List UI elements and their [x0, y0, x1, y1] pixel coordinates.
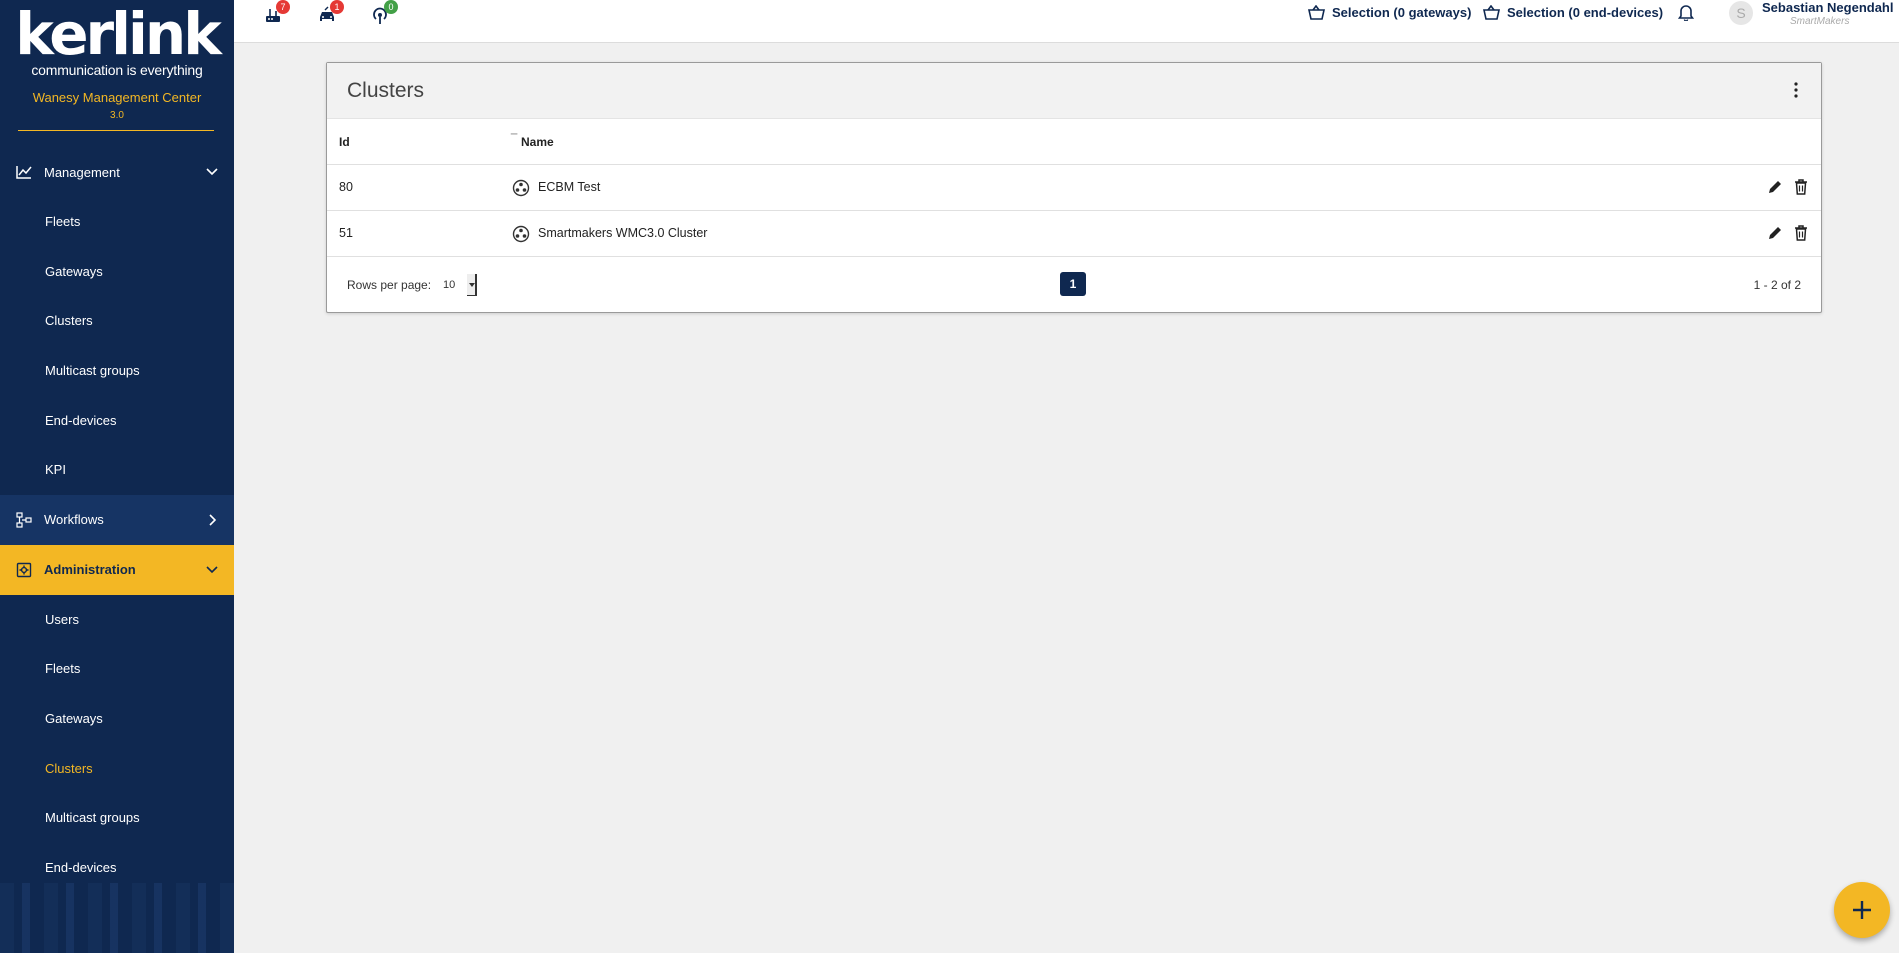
brand-block: kerlink communication is everything Wane…: [0, 0, 234, 146]
dropdown-arrow-icon[interactable]: [467, 274, 477, 296]
pagination-range: 1 - 2 of 2: [1753, 278, 1801, 292]
signal-badge: 0: [384, 0, 398, 14]
edit-icon[interactable]: [1767, 225, 1783, 241]
brand-divider: [18, 130, 214, 131]
cluster-name: ECBM Test: [538, 180, 601, 194]
cluster-icon: [512, 225, 530, 243]
cluster-id: 80: [339, 180, 353, 194]
sidebar-item-admin-users[interactable]: Users: [0, 595, 234, 645]
page-title: Clusters: [347, 79, 425, 102]
clusters-card: Clusters Id ▔ Name 80 ECBM Test 51 Smart…: [326, 62, 1822, 313]
sidebar-item-admin-multicast-groups[interactable]: Multicast groups: [0, 793, 234, 843]
chevron-right-icon: [209, 513, 217, 526]
sidebar-nav: Management Fleets Gateways Clusters Mult…: [0, 147, 234, 892]
page-button-current[interactable]: 1: [1060, 272, 1086, 296]
cluster-id: 51: [339, 226, 353, 240]
sidebar-item-clusters[interactable]: Clusters: [0, 296, 234, 346]
user-organization: SmartMakers: [1790, 16, 1850, 27]
rows-per-page-value: 10: [443, 279, 456, 291]
table-row[interactable]: 51 Smartmakers WMC3.0 Cluster: [327, 211, 1821, 257]
app-name: Wanesy Management Center: [32, 90, 202, 105]
sidebar-item-admin-clusters[interactable]: Clusters: [0, 743, 234, 793]
sidebar-item-gateways[interactable]: Gateways: [0, 247, 234, 297]
chart-line-icon: [16, 164, 32, 180]
sidebar-item-end-devices[interactable]: End-devices: [0, 395, 234, 445]
delete-icon[interactable]: [1794, 179, 1808, 195]
column-header-id[interactable]: Id: [339, 135, 350, 149]
edit-icon[interactable]: [1767, 179, 1783, 195]
vehicles-badge: 1: [330, 0, 344, 14]
vehicles-status-button[interactable]: 1: [317, 0, 344, 24]
sidebar-item-admin-fleets[interactable]: Fleets: [0, 644, 234, 694]
notifications-button[interactable]: [1677, 3, 1695, 26]
topbar: 7 1 0 Selection (0 gateways) Selection (…: [234, 0, 1899, 43]
sidebar-item-admin-gateways[interactable]: Gateways: [0, 694, 234, 744]
sidebar-section-administration[interactable]: Administration: [0, 544, 234, 595]
workflow-icon: [16, 511, 32, 528]
signal-status-button[interactable]: 0: [370, 0, 398, 24]
chevron-down-icon: [206, 565, 218, 573]
chevron-down-icon: [206, 168, 218, 176]
kerlink-logo[interactable]: kerlink: [15, 5, 222, 63]
delete-icon[interactable]: [1794, 225, 1808, 241]
column-header-name[interactable]: Name: [521, 135, 554, 149]
sidebar-item-fleets[interactable]: Fleets: [0, 197, 234, 247]
sidebar: kerlink communication is everything Wane…: [0, 0, 234, 953]
user-name[interactable]: Sebastian Negendahl: [1762, 0, 1898, 15]
sidebar-section-management[interactable]: Management: [0, 147, 234, 197]
add-cluster-button[interactable]: [1834, 882, 1890, 938]
basket-icon: [1483, 4, 1500, 20]
admin-settings-icon: [16, 562, 32, 578]
gateways-badge: 7: [276, 0, 290, 14]
sidebar-section-label: Management: [44, 164, 120, 180]
sort-icon[interactable]: ▔: [511, 134, 517, 143]
cluster-name: Smartmakers WMC3.0 Cluster: [538, 226, 708, 240]
sidebar-section-label: Workflows: [44, 512, 104, 528]
sidebar-item-admin-end-devices[interactable]: End-devices: [0, 843, 234, 893]
plus-icon: [1853, 901, 1871, 919]
table-header: Id ▔ Name: [327, 119, 1821, 165]
cluster-icon: [512, 179, 530, 197]
table-pagination: Rows per page: 10 1 1 - 2 of 2: [327, 257, 1821, 313]
app-version: 3.0: [110, 110, 124, 121]
gateways-status-button[interactable]: 7: [264, 0, 290, 24]
selection-enddevices-button[interactable]: Selection (0 end-devices): [1483, 3, 1663, 21]
basket-icon: [1308, 4, 1325, 20]
sidebar-background-image: [0, 883, 234, 953]
selection-gateways-button[interactable]: Selection (0 gateways): [1308, 3, 1471, 21]
avatar[interactable]: S: [1729, 1, 1753, 25]
rows-per-page-select[interactable]: 10: [435, 272, 477, 296]
card-header: Clusters: [327, 63, 1821, 119]
sidebar-item-kpi[interactable]: KPI: [0, 445, 234, 495]
more-vertical-icon[interactable]: [1793, 82, 1799, 98]
rows-per-page-label: Rows per page:: [347, 278, 432, 292]
table-row[interactable]: 80 ECBM Test: [327, 165, 1821, 211]
sidebar-section-label: Administration: [44, 562, 136, 578]
sidebar-section-workflows[interactable]: Workflows: [0, 494, 234, 545]
bell-icon: [1677, 5, 1695, 22]
sidebar-item-multicast-groups[interactable]: Multicast groups: [0, 346, 234, 396]
